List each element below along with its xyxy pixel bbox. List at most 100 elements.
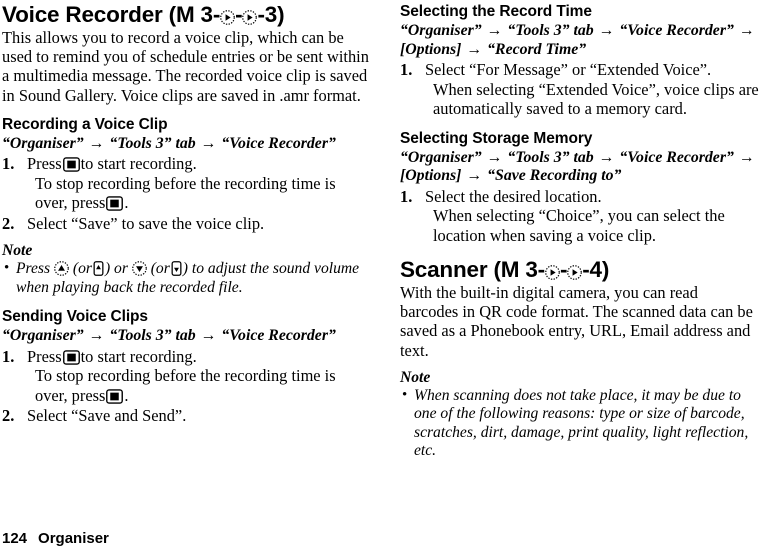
- center-select-key-icon: [62, 349, 80, 365]
- step-item: 1. Select “For Message” or “Extended Voi…: [400, 60, 760, 119]
- right-column: Selecting the Record Time “Organiser” → …: [382, 0, 764, 522]
- path-arrow-icon: →: [486, 22, 503, 39]
- path-arrow-icon: →: [738, 22, 755, 39]
- scanner-title-text: Scanner: [400, 257, 488, 282]
- menu-path-record-time: “Organiser” → “Tools 3” tab → “Voice Rec…: [400, 22, 760, 59]
- scanner-intro-paragraph: With the built-in digital camera, you ca…: [400, 283, 753, 360]
- path-arrow-icon: →: [738, 148, 755, 166]
- step-number: 2.: [2, 406, 15, 426]
- path-part: “Tools 3” tab: [507, 22, 594, 39]
- side-key-up-icon: [93, 261, 104, 277]
- path-arrow-icon: →: [466, 40, 483, 58]
- path-part: “Voice Recorder”: [221, 134, 336, 152]
- step-text: Select “Save and Send”.: [27, 406, 187, 426]
- step-text-before: Press: [27, 154, 62, 174]
- note-heading: Note: [2, 242, 33, 260]
- page-title-voice-recorder: Voice Recorder (M 3- - -3): [2, 2, 372, 27]
- note-list: • Press (or) or (or) to adjust the sound …: [2, 260, 372, 297]
- step-number: 1.: [400, 186, 413, 206]
- path-arrow-icon: →: [598, 22, 615, 39]
- path-part: “Tools 3” tab: [109, 134, 196, 152]
- page-number: 124: [2, 530, 28, 547]
- step-text-before: Press: [27, 346, 62, 366]
- nav-key-right-icon: [220, 10, 236, 25]
- path-part: “Record Time”: [487, 40, 587, 58]
- step-substep: When selecting “Choice”, you can select …: [433, 206, 725, 245]
- scanner-title-menu-open: (M 3-: [493, 257, 545, 282]
- footer-chapter-name: Organiser: [38, 530, 109, 547]
- step-text: Press to start recording.: [27, 154, 372, 174]
- note-item: • When scanning does not take place, it m…: [400, 387, 760, 461]
- step-item: 1. Press to start recording. To stop reco…: [2, 347, 372, 406]
- step-substep: When selecting “Extended Voice”, voice c…: [433, 79, 759, 119]
- step-number: 2.: [2, 213, 15, 233]
- note-item: • Press (or) or (or) to adjust the sound …: [2, 260, 372, 297]
- page-title-menu-end: -3): [257, 2, 285, 27]
- step-number: 1.: [2, 346, 15, 366]
- page-title-scanner: Scanner (M 3- - -4): [400, 257, 760, 282]
- path-arrow-icon: →: [466, 167, 483, 184]
- path-part: “Tools 3” tab: [507, 148, 594, 166]
- note-text-a: Press: [16, 260, 51, 278]
- scanner-title-menu-end: -4): [582, 257, 610, 282]
- path-part: “Voice Recorder”: [619, 148, 734, 166]
- path-part: [Options]: [400, 167, 462, 184]
- side-key-down-icon: [171, 261, 182, 277]
- step-text: Select the desired location.: [425, 186, 602, 206]
- center-select-key-icon: [106, 196, 124, 212]
- step-text: Press to start recording.: [27, 347, 372, 367]
- steps-storage: 1. Select the desired location. When sel…: [400, 187, 760, 246]
- step-item: 1. Select the desired location. When sel…: [400, 187, 760, 246]
- step-text: Select “For Message” or “Extended Voice”…: [425, 60, 712, 79]
- path-part: “Organiser”: [2, 327, 84, 345]
- two-column-layout: Voice Recorder (M 3- - -3) This allows you…: [0, 0, 765, 522]
- heading-selecting-record-time: Selecting the Record Time: [400, 3, 592, 20]
- path-arrow-icon: →: [486, 148, 503, 166]
- menu-path-recording: “Organiser” → “Tools 3” tab → “Voice Rec…: [2, 135, 372, 154]
- nav-key-right-icon: [567, 265, 583, 280]
- note-text: When scanning does not take place, it ma…: [414, 386, 749, 460]
- step-text-after: to start recording.: [80, 154, 197, 174]
- page-title-text: Voice Recorder: [2, 2, 163, 27]
- note-text-d: (or: [150, 260, 170, 278]
- path-arrow-icon: →: [88, 327, 105, 345]
- step-number: 1.: [2, 154, 15, 174]
- path-part: “Organiser”: [400, 22, 482, 39]
- heading-selecting-storage-memory: Selecting Storage Memory: [400, 129, 593, 147]
- steps-sending: 1. Press to start recording. To stop reco…: [2, 347, 372, 426]
- nav-key-down-icon: [131, 261, 147, 277]
- step-item: 2. Select “Save” to save the voice clip.: [2, 214, 372, 234]
- path-part: [Options]: [400, 40, 462, 58]
- menu-path-storage: “Organiser” → “Tools 3” tab → “Voice Rec…: [400, 149, 760, 186]
- step-substep: To stop recording before the recording t…: [27, 174, 372, 213]
- step-number: 1.: [400, 60, 413, 79]
- nav-key-up-icon: [54, 261, 69, 277]
- scanner-title-menu-mid: -: [559, 257, 568, 282]
- heading-sending-voice-clips: Sending Voice Clips: [2, 308, 148, 326]
- substep-text-after: .: [124, 385, 129, 405]
- page-footer: 124 Organiser: [2, 530, 109, 547]
- steps-recording: 1. Press to start recording. To stop reco…: [2, 154, 372, 233]
- note-text-c: ) or: [104, 260, 128, 278]
- scanner-note-heading: Note: [400, 368, 431, 386]
- intro-paragraph: This allows you to record a voice clip, …: [2, 28, 369, 105]
- step-text-after: to start recording.: [80, 346, 197, 366]
- step-item: 2. Select “Save and Send”.: [2, 406, 372, 426]
- nav-key-right-icon: [545, 265, 560, 280]
- page-title-menu-open: (M 3-: [168, 2, 221, 27]
- steps-record-time: 1. Select “For Message” or “Extended Voi…: [400, 60, 760, 119]
- heading-recording-a-voice-clip: Recording a Voice Clip: [2, 115, 168, 133]
- menu-path-sending: “Organiser” → “Tools 3” tab → “Voice Rec…: [2, 327, 372, 346]
- center-select-key-icon: [62, 157, 80, 173]
- path-part: “Tools 3” tab: [109, 327, 196, 345]
- path-arrow-icon: →: [598, 148, 615, 166]
- center-select-key-icon: [106, 388, 124, 404]
- path-part: “Voice Recorder”: [221, 327, 336, 345]
- path-part: “Organiser”: [400, 148, 482, 166]
- page-title-menu-mid: -: [235, 2, 243, 27]
- path-arrow-icon: →: [200, 134, 217, 152]
- bullet-icon: •: [4, 260, 10, 277]
- step-item: 1. Press to start recording. To stop reco…: [2, 154, 372, 213]
- path-arrow-icon: →: [200, 327, 217, 345]
- manual-page: Voice Recorder (M 3- - -3) This allows you…: [0, 0, 765, 552]
